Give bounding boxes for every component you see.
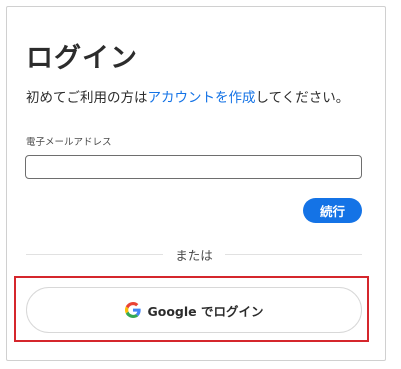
google-login-label: Google でログイン [147, 303, 264, 319]
page-title: ログイン [26, 43, 138, 74]
signup-prompt: 初めてご利用の方はアカウントを作成してください。 [26, 86, 349, 106]
email-field[interactable] [25, 155, 362, 179]
signup-prompt-suffix: してください。 [255, 90, 350, 106]
continue-button[interactable]: 続行 [303, 198, 362, 223]
divider-line-right [224, 253, 363, 255]
google-login-button[interactable]: Google でログイン [26, 287, 362, 333]
google-g-icon [124, 302, 141, 318]
or-divider: または [26, 246, 363, 263]
divider-line-left [26, 253, 164, 255]
email-label: 電子メールアドレス [26, 137, 112, 148]
or-text: または [175, 247, 213, 263]
create-account-link[interactable]: アカウントを作成 [148, 90, 256, 106]
signup-prompt-prefix: 初めてご利用の方は [26, 90, 148, 106]
